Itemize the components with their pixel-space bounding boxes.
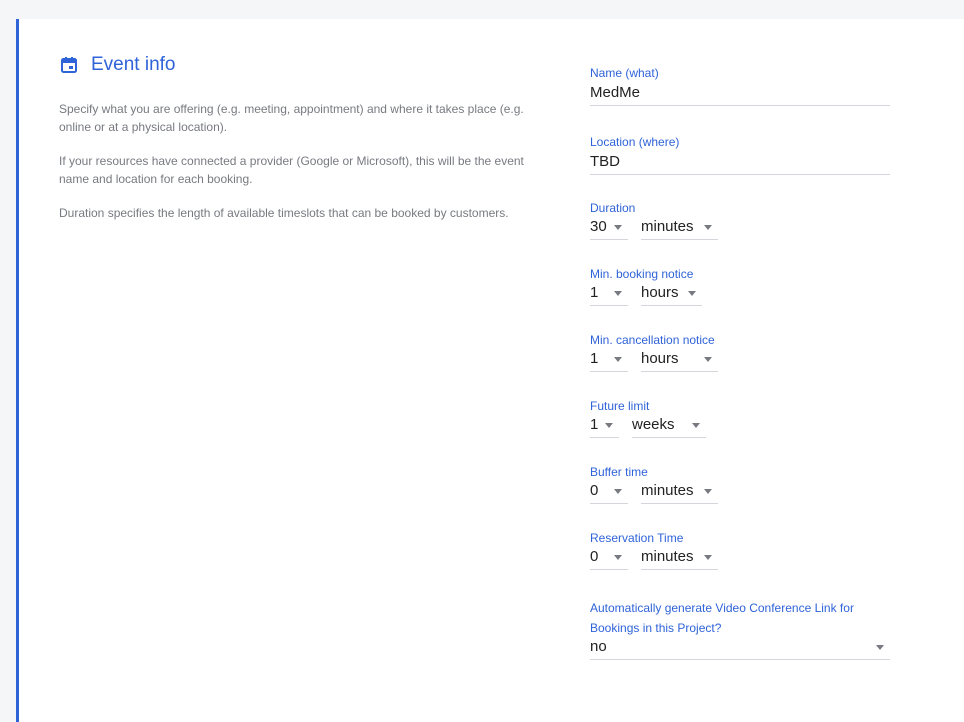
reservation-time-label: Reservation Time bbox=[590, 531, 684, 545]
future-limit-unit-value: weeks bbox=[632, 416, 675, 433]
caret-down-icon bbox=[704, 225, 712, 230]
caret-down-icon bbox=[876, 645, 884, 650]
caret-down-icon bbox=[614, 357, 622, 362]
description-duration: Duration specifies the length of availab… bbox=[59, 206, 509, 220]
duration-amount-select[interactable]: 30 bbox=[590, 216, 628, 240]
min-booking-amount-value: 1 bbox=[590, 284, 599, 301]
event-info-panel: Event info Specify what you are offering… bbox=[16, 19, 964, 722]
caret-down-icon bbox=[614, 291, 622, 296]
caret-down-icon bbox=[688, 291, 696, 296]
caret-down-icon bbox=[704, 555, 712, 560]
reservation-time-amount-select[interactable]: 0 bbox=[590, 546, 628, 570]
future-limit-unit-select[interactable]: weeks bbox=[632, 414, 706, 438]
caret-down-icon bbox=[605, 423, 613, 428]
min-booking-amount-select[interactable]: 1 bbox=[590, 282, 628, 306]
reservation-time-unit-value: minutes bbox=[641, 548, 694, 565]
duration-label: Duration bbox=[590, 201, 636, 215]
min-booking-unit-value: hours bbox=[641, 284, 679, 301]
buffer-time-unit-value: minutes bbox=[641, 482, 694, 499]
description-provider: If your resources have connected a provi… bbox=[59, 154, 524, 186]
video-conference-label: Automatically generate Video Conference … bbox=[590, 601, 854, 635]
min-cancellation-unit-select[interactable]: hours bbox=[641, 348, 718, 372]
min-cancellation-amount-select[interactable]: 1 bbox=[590, 348, 628, 372]
min-cancellation-amount-value: 1 bbox=[590, 350, 599, 367]
location-label: Location (where) bbox=[590, 135, 680, 149]
duration-unit-select[interactable]: minutes bbox=[641, 216, 718, 240]
caret-down-icon bbox=[614, 489, 622, 494]
reservation-time-unit-select[interactable]: minutes bbox=[641, 546, 718, 570]
duration-unit-value: minutes bbox=[641, 218, 694, 235]
description-offering: Specify what you are offering (e.g. meet… bbox=[59, 102, 524, 134]
caret-down-icon bbox=[614, 555, 622, 560]
min-booking-label: Min. booking notice bbox=[590, 267, 694, 281]
name-input[interactable]: MedMe bbox=[590, 82, 890, 106]
video-conference-select[interactable]: no bbox=[590, 636, 890, 660]
future-limit-label: Future limit bbox=[590, 399, 650, 413]
video-conference-value: no bbox=[590, 638, 607, 655]
calendar-icon bbox=[60, 56, 78, 74]
name-label: Name (what) bbox=[590, 66, 659, 80]
caret-down-icon bbox=[614, 225, 622, 230]
future-limit-amount-value: 1 bbox=[590, 416, 599, 433]
caret-down-icon bbox=[704, 489, 712, 494]
duration-amount-value: 30 bbox=[590, 218, 607, 235]
min-cancellation-label: Min. cancellation notice bbox=[590, 333, 715, 347]
buffer-time-unit-select[interactable]: minutes bbox=[641, 480, 718, 504]
reservation-time-amount-value: 0 bbox=[590, 548, 599, 565]
caret-down-icon bbox=[692, 423, 700, 428]
caret-down-icon bbox=[704, 357, 712, 362]
buffer-time-amount-select[interactable]: 0 bbox=[590, 480, 628, 504]
section-header: Event info bbox=[60, 54, 176, 76]
section-title: Event info bbox=[91, 54, 176, 75]
buffer-time-label: Buffer time bbox=[590, 465, 648, 479]
location-input[interactable]: TBD bbox=[590, 151, 890, 175]
min-booking-unit-select[interactable]: hours bbox=[641, 282, 702, 306]
future-limit-amount-select[interactable]: 1 bbox=[590, 414, 619, 438]
min-cancellation-unit-value: hours bbox=[641, 350, 679, 367]
buffer-time-amount-value: 0 bbox=[590, 482, 599, 499]
